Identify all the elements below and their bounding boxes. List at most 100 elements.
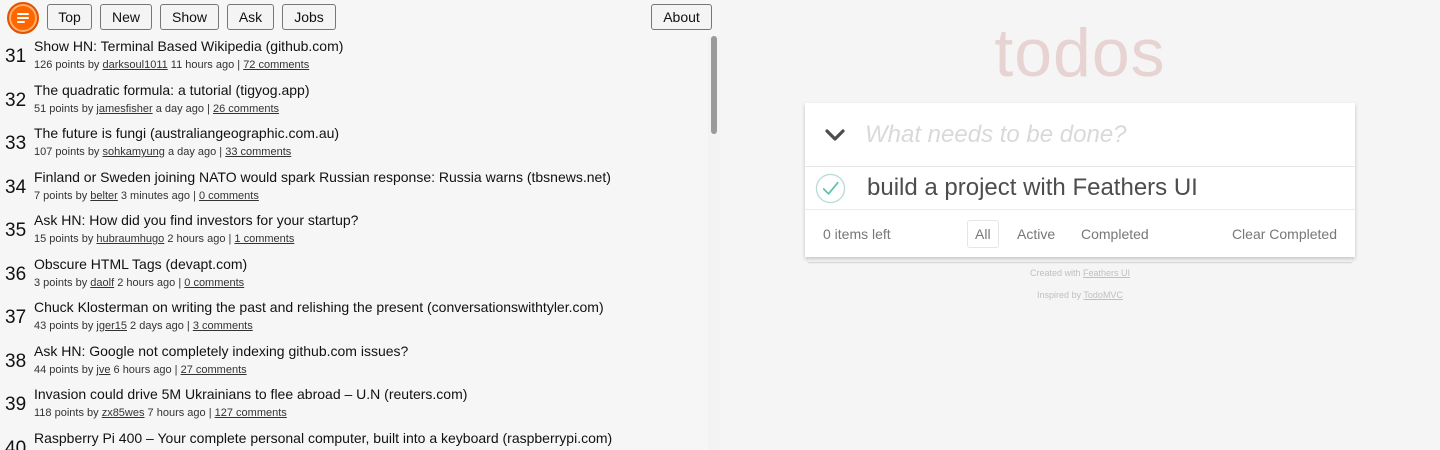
story-user-link[interactable]: darksoul1011: [103, 59, 168, 71]
story-rank: 31: [5, 46, 27, 67]
story-comments-link[interactable]: 0 comments: [184, 277, 244, 289]
story-meta: 126 points by darksoul1011 11 hours ago …: [34, 59, 309, 71]
story-item[interactable]: 33 The future is fungi (australiangeogra…: [0, 123, 700, 166]
filter-active[interactable]: Active: [1009, 220, 1063, 248]
story-comments-link[interactable]: 27 comments: [181, 364, 247, 376]
story-meta: 15 points by hubraumhugo 2 hours ago | 1…: [34, 233, 294, 245]
story-comments-link[interactable]: 26 comments: [213, 103, 279, 115]
story-item[interactable]: 36 Obscure HTML Tags (devapt.com) 3 poin…: [0, 254, 700, 297]
todo-item-label[interactable]: build a project with Feathers UI: [867, 174, 1198, 202]
scrollbar-thumb[interactable]: [711, 36, 717, 134]
story-points: 107 points by: [34, 146, 100, 158]
story-age: 11 hours ago |: [170, 59, 241, 71]
story-title[interactable]: Raspberry Pi 400 – Your complete persona…: [34, 430, 612, 446]
story-list: 31 Show HN: Terminal Based Wikipedia (gi…: [0, 36, 708, 450]
story-item[interactable]: 39 Invasion could drive 5M Ukrainians to…: [0, 384, 700, 427]
story-points: 7 points by: [34, 189, 88, 202]
story-user-link[interactable]: jve: [96, 364, 110, 376]
hn-pane: Top New Show Ask Jobs About 31 Show HN: …: [0, 0, 720, 450]
story-points: 43 points by: [34, 320, 94, 332]
info-inspired-text: Inspired by: [1037, 290, 1082, 300]
story-title[interactable]: Invasion could drive 5M Ukrainians to fl…: [34, 386, 467, 402]
story-age: a day ago |: [167, 146, 223, 158]
story-title[interactable]: The quadratic formula: a tutorial (tigyo…: [34, 82, 309, 98]
jobs-button[interactable]: Jobs: [282, 4, 336, 30]
story-points: 126 points by: [34, 59, 100, 71]
story-rank: 38: [5, 350, 27, 372]
new-todo-row: [805, 103, 1355, 167]
story-age: 2 days ago |: [130, 320, 190, 332]
show-button[interactable]: Show: [160, 4, 219, 30]
story-age: 7 hours ago |: [147, 407, 212, 419]
story-rank: 36: [5, 263, 27, 285]
items-left-count: 0 items left: [823, 226, 891, 242]
story-user-link[interactable]: jger15: [96, 320, 127, 332]
story-comments-link[interactable]: 3 comments: [193, 320, 253, 332]
story-comments-link[interactable]: 72 comments: [243, 59, 309, 71]
story-comments-link[interactable]: 127 comments: [215, 407, 287, 419]
story-title[interactable]: The future is fungi (australiangeographi…: [34, 125, 339, 141]
todo-card: build a project with Feathers UI 0 items…: [805, 103, 1355, 257]
story-rank: 32: [5, 89, 27, 111]
story-user-link[interactable]: daolf: [90, 277, 114, 289]
story-meta: 44 points by jve 6 hours ago | 27 commen…: [34, 364, 247, 376]
story-points: 44 points by: [34, 363, 94, 376]
story-comments-link[interactable]: 1 comments: [234, 233, 294, 245]
feathers-ui-link[interactable]: Feathers UI: [1083, 268, 1130, 278]
todo-pane: todos build a project with Feathers UI 0…: [720, 0, 1440, 450]
story-title[interactable]: Ask HN: Google not completely indexing g…: [34, 343, 408, 359]
story-meta: 118 points by zx85wes 7 hours ago | 127 …: [34, 407, 287, 419]
story-meta: 43 points by jger15 2 days ago | 3 comme…: [34, 320, 253, 332]
story-meta: 107 points by sohkamyung a day ago | 33 …: [34, 146, 291, 158]
story-list-scrollbar[interactable]: [708, 36, 720, 450]
story-age: 2 hours ago |: [167, 233, 232, 245]
story-item[interactable]: 35 Ask HN: How did you find investors fo…: [0, 210, 700, 253]
story-user-link[interactable]: belter: [90, 190, 118, 202]
story-user-link[interactable]: hubraumhugo: [96, 233, 164, 245]
story-age: 2 hours ago |: [117, 276, 182, 289]
new-todo-input[interactable]: [865, 117, 1335, 153]
story-item[interactable]: 31 Show HN: Terminal Based Wikipedia (gi…: [0, 36, 700, 79]
todo-footer: 0 items left All Active Completed Clear …: [805, 210, 1355, 257]
check-circle-icon[interactable]: [815, 173, 846, 204]
story-user-link[interactable]: sohkamyung: [103, 146, 165, 158]
story-title[interactable]: Show HN: Terminal Based Wikipedia (githu…: [34, 38, 343, 54]
filter-completed[interactable]: Completed: [1073, 220, 1157, 248]
app-title: todos: [994, 15, 1166, 91]
clear-completed-button[interactable]: Clear Completed: [1232, 226, 1337, 242]
story-title[interactable]: Ask HN: How did you find investors for y…: [34, 212, 358, 228]
about-button[interactable]: About: [651, 4, 712, 30]
top-button[interactable]: Top: [47, 4, 92, 30]
hn-logo-icon[interactable]: [7, 2, 39, 34]
story-comments-link[interactable]: 0 comments: [199, 190, 259, 202]
chevron-down-icon[interactable]: [823, 123, 847, 147]
story-rank: 40: [5, 437, 27, 450]
story-user-link[interactable]: zx85wes: [102, 407, 145, 419]
ask-button[interactable]: Ask: [227, 4, 274, 30]
story-meta: 51 points by jamesfisher a day ago | 26 …: [34, 103, 279, 115]
todomvc-link[interactable]: TodoMVC: [1083, 290, 1123, 300]
filter-all[interactable]: All: [967, 220, 999, 248]
story-item[interactable]: 38 Ask HN: Google not completely indexin…: [0, 341, 700, 384]
story-meta: 3 points by daolf 2 hours ago | 0 commen…: [34, 277, 244, 289]
story-item[interactable]: 40 Raspberry Pi 400 – Your complete pers…: [0, 428, 700, 450]
story-item[interactable]: 37 Chuck Klosterman on writing the past …: [0, 297, 700, 340]
story-rank: 37: [5, 307, 27, 328]
info-created-text: Created with: [1029, 268, 1081, 278]
story-rank: 34: [5, 176, 27, 198]
story-rank: 35: [5, 220, 27, 241]
todo-item[interactable]: build a project with Feathers UI: [805, 167, 1355, 210]
story-age: 3 minutes ago |: [120, 189, 196, 202]
story-meta: 7 points by belter 3 minutes ago | 0 com…: [34, 190, 259, 202]
info-inspired: Inspired by TodoMVC: [720, 290, 1440, 300]
story-user-link[interactable]: jamesfisher: [96, 103, 152, 115]
story-title[interactable]: Obscure HTML Tags (devapt.com): [34, 256, 247, 272]
story-comments-link[interactable]: 33 comments: [225, 146, 291, 158]
story-item[interactable]: 32 The quadratic formula: a tutorial (ti…: [0, 80, 700, 123]
story-points: 51 points by: [34, 102, 94, 115]
new-button[interactable]: New: [100, 4, 152, 30]
story-title[interactable]: Finland or Sweden joining NATO would spa…: [34, 169, 611, 185]
story-title[interactable]: Chuck Klosterman on writing the past and…: [34, 299, 604, 315]
story-rank: 39: [5, 394, 27, 415]
story-item[interactable]: 34 Finland or Sweden joining NATO would …: [0, 167, 700, 210]
